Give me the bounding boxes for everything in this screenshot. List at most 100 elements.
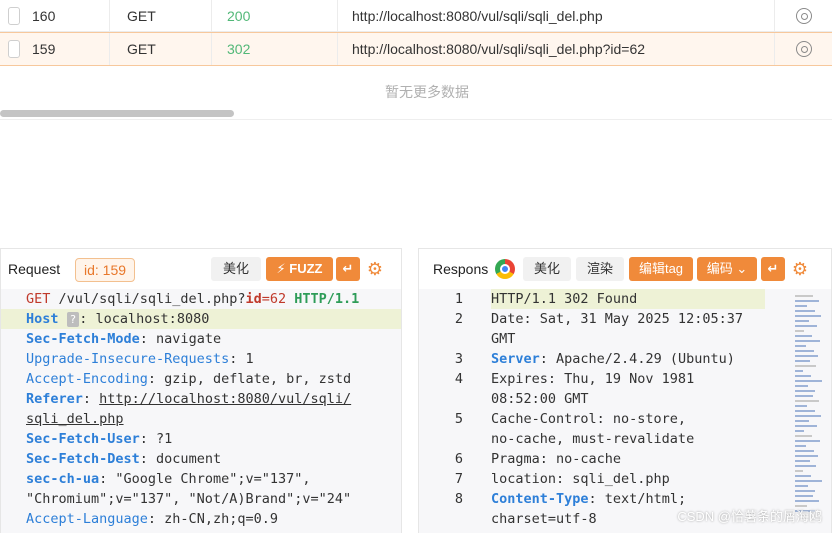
minimap-line xyxy=(795,320,809,322)
minimap-line xyxy=(795,375,811,377)
row-checkbox-cell[interactable] xyxy=(0,0,20,31)
code-line: sqli_del.php xyxy=(26,409,124,429)
code-line: 08:52:00 GMT xyxy=(491,389,589,409)
chrome-browser-icon[interactable] xyxy=(795,7,812,24)
code-line: Server: Apache/2.4.29 (Ubuntu) xyxy=(491,349,735,369)
line-number: 7 xyxy=(454,471,463,487)
minimap-line xyxy=(795,410,815,412)
code-token: charset=utf-8 xyxy=(491,511,597,527)
minimap-line xyxy=(795,415,821,417)
send-enter-button[interactable]: ↵ xyxy=(761,257,785,281)
code-line: Expires: Thu, 19 Nov 1981 xyxy=(491,369,694,389)
minimap-line xyxy=(795,400,819,402)
code-line: GET /vul/sqli/sqli_del.php?id=62 HTTP/1.… xyxy=(26,289,359,309)
code-token: HTTP/1.1 xyxy=(286,291,360,307)
minimap-line xyxy=(795,405,807,407)
request-editor[interactable]: GET /vul/sqli/sqli_del.php?id=62 HTTP/1.… xyxy=(1,289,401,533)
minimap-line xyxy=(795,470,803,472)
minimap-line xyxy=(795,315,821,317)
minimap-line xyxy=(795,430,804,432)
minimap-line xyxy=(795,295,813,297)
code-token: Sec-Fetch-Mode xyxy=(26,331,140,347)
code-token: : localhost:8080 xyxy=(79,311,210,327)
minimap-line xyxy=(795,385,808,387)
editor-scroll-indicator xyxy=(400,295,401,530)
request-id-badge: id: 159 xyxy=(75,258,136,282)
chrome-icon[interactable] xyxy=(495,259,515,279)
code-line: Referer: http://localhost:8080/vul/sqli/ xyxy=(26,389,351,409)
minimap-line xyxy=(795,500,819,502)
line-number: 1 xyxy=(454,291,463,307)
line-number xyxy=(419,329,463,349)
minimap-line xyxy=(795,445,806,447)
minimap-line xyxy=(795,370,803,372)
row-checkbox[interactable] xyxy=(8,40,20,58)
code-token: id xyxy=(245,291,262,307)
horizontal-scrollbar[interactable] xyxy=(0,110,234,117)
code-line: Cache-Control: no-store, xyxy=(491,409,686,429)
table-row[interactable]: 160 GET 200 http://localhost:8080/vul/sq… xyxy=(0,0,832,32)
minimap-line xyxy=(795,380,822,382)
row-id: 160 xyxy=(30,0,110,31)
code-token: : gzip, deflate, br, zstd xyxy=(147,371,352,387)
enter-icon: ↵ xyxy=(342,261,354,276)
beautify-button[interactable]: 美化 xyxy=(523,257,571,281)
gear-icon[interactable]: ⚙ xyxy=(365,259,385,279)
beautify-button[interactable]: 美化 xyxy=(211,257,261,281)
line-number: 6 xyxy=(454,451,463,467)
row-url: http://localhost:8080/vul/sqli/sqli_del.… xyxy=(338,33,775,65)
help-badge[interactable]: ? xyxy=(66,312,80,327)
minimap-line xyxy=(795,345,806,347)
code-token: GET xyxy=(26,291,51,307)
chrome-browser-icon[interactable] xyxy=(795,41,812,57)
gear-icon[interactable]: ⚙ xyxy=(790,259,810,279)
code-token: Cache-Control: no-store, xyxy=(491,411,687,427)
code-token: : text/html; xyxy=(588,491,687,507)
minimap-line xyxy=(795,460,810,462)
row-checkbox[interactable] xyxy=(8,6,20,25)
minimap-line xyxy=(795,350,814,352)
fuzz-button[interactable]: ⚡ FUZZ xyxy=(266,257,333,281)
code-line: no-cache, must-revalidate xyxy=(491,429,694,449)
row-id: 159 xyxy=(30,33,110,65)
response-panel: Respons 美化 渲染 编辑tag 编码 ⌄ ↵ ⚙ 1 HTTP/1.1 3… xyxy=(418,248,832,533)
code-line: Content-Type: text/html; xyxy=(491,489,686,509)
fuzz-button-label: FUZZ xyxy=(289,261,323,276)
code-token: : ?1 xyxy=(139,431,173,447)
render-button[interactable]: 渲染 xyxy=(576,257,624,281)
code-token: Content-Type xyxy=(491,491,589,507)
code-token: location: sqli_del.php xyxy=(491,471,670,487)
open-in-browser-cell[interactable] xyxy=(775,0,832,31)
code-line: Sec-Fetch-User: ?1 xyxy=(26,429,172,449)
code-line: Sec-Fetch-Dest: document xyxy=(26,449,221,469)
code-line: Accept-Encoding: gzip, deflate, br, zstd xyxy=(26,369,351,389)
code-token: : Apache/2.4.29 (Ubuntu) xyxy=(539,351,735,367)
code-token: Expires: Thu, 19 Nov 1981 xyxy=(491,371,695,387)
code-token: sqli_del.php xyxy=(26,411,124,427)
divider xyxy=(0,119,832,120)
response-editor[interactable]: 1 HTTP/1.1 302 Found 2 Date: Sat, 31 May 20… xyxy=(419,289,831,533)
encode-dropdown[interactable]: 编码 ⌄ xyxy=(697,257,757,281)
row-checkbox-cell[interactable] xyxy=(0,33,20,65)
minimap-line xyxy=(795,390,815,392)
minimap-line xyxy=(795,465,816,467)
minimap-line xyxy=(795,360,810,362)
request-panel: Request id: 159 美化 ⚡ FUZZ ↵ ⚙ GET /vul/s… xyxy=(0,248,402,533)
minimap-line xyxy=(795,325,817,327)
minimap-line xyxy=(795,365,816,367)
table-row-selected[interactable]: 159 GET 302 http://localhost:8080/vul/sq… xyxy=(0,32,832,66)
edit-tag-button[interactable]: 编辑tag xyxy=(629,257,693,281)
editor-minimap[interactable] xyxy=(795,295,825,530)
code-token: Upgrade-Insecure-Requests xyxy=(26,351,230,367)
open-in-browser-cell[interactable] xyxy=(775,33,832,65)
code-line: location: sqli_del.php xyxy=(491,469,670,489)
minimap-line xyxy=(795,335,812,337)
code-token: GMT xyxy=(491,331,516,347)
minimap-line xyxy=(795,305,807,307)
minimap-line xyxy=(795,330,804,332)
no-more-data-text: 暂无更多数据 xyxy=(385,84,469,100)
code-line: Date: Sat, 31 May 2025 12:05:37 xyxy=(491,309,743,329)
code-token: sec-ch-ua xyxy=(26,471,100,487)
minimap-line xyxy=(795,425,817,427)
send-enter-button[interactable]: ↵ xyxy=(336,257,360,281)
